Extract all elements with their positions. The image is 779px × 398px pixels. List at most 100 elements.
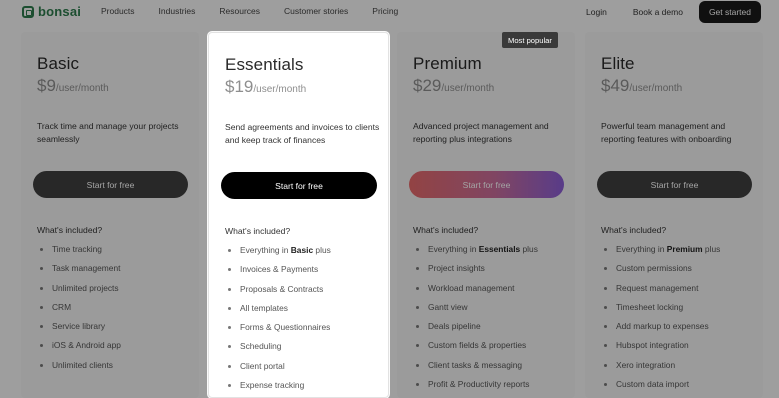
bullet-icon [416, 363, 419, 367]
whats-included-heading: What's included? [413, 225, 479, 235]
bullet-icon [416, 248, 419, 251]
nav-link-industries[interactable]: Industries [159, 6, 196, 16]
get-started-button[interactable]: Get started [698, 1, 761, 23]
feature-item: Task management [37, 263, 121, 282]
login-link[interactable]: Login [586, 7, 607, 17]
bullet-icon [416, 344, 419, 348]
bullet-icon [604, 286, 607, 290]
feature-intro-prefix: Everything in [616, 244, 667, 254]
feature-item: Client tasks & messaging [413, 360, 538, 379]
feature-item: Forms & Questionnaires [225, 322, 331, 341]
book-demo-link[interactable]: Book a demo [633, 7, 683, 17]
start-for-free-button[interactable]: Start for free [409, 171, 564, 198]
start-for-free-button[interactable]: Start for free [597, 171, 752, 198]
bullet-icon [228, 268, 231, 272]
feature-item: Service library [37, 321, 121, 340]
plan-name: Premium [413, 54, 482, 73]
nav-actions: Login Book a demo Get started [586, 1, 761, 23]
feature-item: Custom data import [601, 379, 720, 398]
price-row: $9/user/month [37, 76, 183, 96]
feature-item: Deals pipeline [413, 321, 538, 340]
price-unit: /user/month [629, 83, 683, 94]
bullet-icon [604, 383, 607, 387]
whats-included-heading: What's included? [37, 225, 103, 235]
nav-link-customer-stories[interactable]: Customer stories [284, 6, 348, 16]
bullet-icon [228, 249, 231, 252]
feature-intro-bold: Basic [290, 245, 314, 255]
plan-card-elite: Elite $49/user/month Powerful team manag… [585, 32, 763, 398]
bullet-icon [228, 384, 231, 388]
plan-name: Essentials [225, 55, 304, 74]
feature-item: Proposals & Contracts [225, 284, 331, 303]
feature-item: All templates [225, 303, 331, 322]
feature-item: Invoices & Payments [225, 264, 331, 283]
bullet-icon [604, 325, 607, 329]
plan-name: Basic [37, 54, 80, 73]
feature-item: Custom permissions [601, 263, 720, 282]
plan-price: $19 [225, 77, 254, 96]
feature-item: Client portal [225, 361, 331, 380]
bullet-icon [40, 286, 43, 290]
bullet-icon [40, 248, 43, 251]
feature-item: iOS & Android app [37, 340, 121, 359]
plan-card-basic: Basic $9/user/month Track time and manag… [21, 32, 199, 398]
price-row: $49/user/month [601, 76, 747, 96]
plan-price: $29 [413, 76, 442, 95]
bullet-icon [604, 305, 607, 309]
feature-item: Custom fields & properties [413, 340, 538, 359]
bullet-icon [40, 267, 43, 271]
feature-list: Everything in ​Premium plus Custom permi… [601, 244, 720, 398]
start-for-free-button[interactable]: Start for free [221, 172, 377, 199]
bullet-icon [604, 267, 607, 271]
feature-intro-prefix: Everything in [240, 245, 291, 255]
feature-item: Timesheet locking [601, 302, 720, 321]
bullet-icon [40, 344, 43, 348]
price-row: $19/user/month [225, 77, 372, 97]
plan-description: Send agreements and invoices to clients … [225, 122, 380, 145]
price-unit: /user/month [55, 83, 109, 94]
bullet-icon [40, 305, 43, 309]
feature-item: Unlimited projects [37, 283, 121, 302]
feature-intro-bold: Premium [666, 244, 703, 254]
price-unit: /user/month [441, 83, 495, 94]
nav-link-pricing[interactable]: Pricing [372, 6, 398, 16]
feature-intro-suffix: plus [520, 244, 538, 254]
price-unit: /user/month [253, 84, 307, 95]
feature-intro-prefix: Everything in [428, 244, 479, 254]
bullet-icon [604, 363, 607, 367]
bullet-icon [228, 345, 231, 349]
feature-item: Scheduling [225, 341, 331, 360]
plan-description: Track time and manage your projects seam… [37, 121, 179, 144]
feature-item: Everything in ​Premium plus [601, 244, 720, 263]
whats-included-heading: What's included? [225, 226, 291, 236]
feature-item: Unlimited clients [37, 360, 121, 379]
bullet-icon [416, 267, 419, 271]
start-for-free-button[interactable]: Start for free [33, 171, 188, 198]
bullet-icon [40, 325, 43, 329]
logo-text: bonsai [38, 4, 82, 19]
bullet-icon [228, 326, 231, 330]
feature-intro-bold: Essentials [478, 244, 521, 254]
plan-description: Advanced project management and reportin… [413, 121, 549, 144]
bullet-icon [604, 248, 607, 251]
feature-item: Expense tracking [225, 380, 331, 398]
feature-intro-suffix: plus [313, 245, 331, 255]
bullet-icon [228, 364, 231, 368]
plan-card-premium: Premium $29/user/month Advanced project … [397, 32, 575, 398]
feature-item: Profit & Productivity reports [413, 379, 538, 398]
bonsai-logo[interactable]: bonsai [22, 4, 81, 19]
bullet-icon [416, 325, 419, 329]
nav-link-resources[interactable]: Resources [219, 6, 260, 16]
plan-price: $9 [37, 76, 56, 95]
feature-item: Xero integration [601, 360, 720, 379]
nav-link-products[interactable]: Products [101, 6, 135, 16]
plan-name: Elite [601, 54, 635, 73]
bullet-icon [416, 305, 419, 309]
plan-card-essentials: Essentials $19/user/month Send agreement… [208, 32, 389, 398]
feature-item: Hubspot integration [601, 340, 720, 359]
feature-item: Everything in ​Essentials plus [413, 244, 538, 263]
bullet-icon [228, 287, 231, 291]
feature-item: Gantt view [413, 302, 538, 321]
feature-item: Workload management [413, 283, 538, 302]
feature-list: Everything in ​Essentials plus Project i… [413, 244, 538, 398]
